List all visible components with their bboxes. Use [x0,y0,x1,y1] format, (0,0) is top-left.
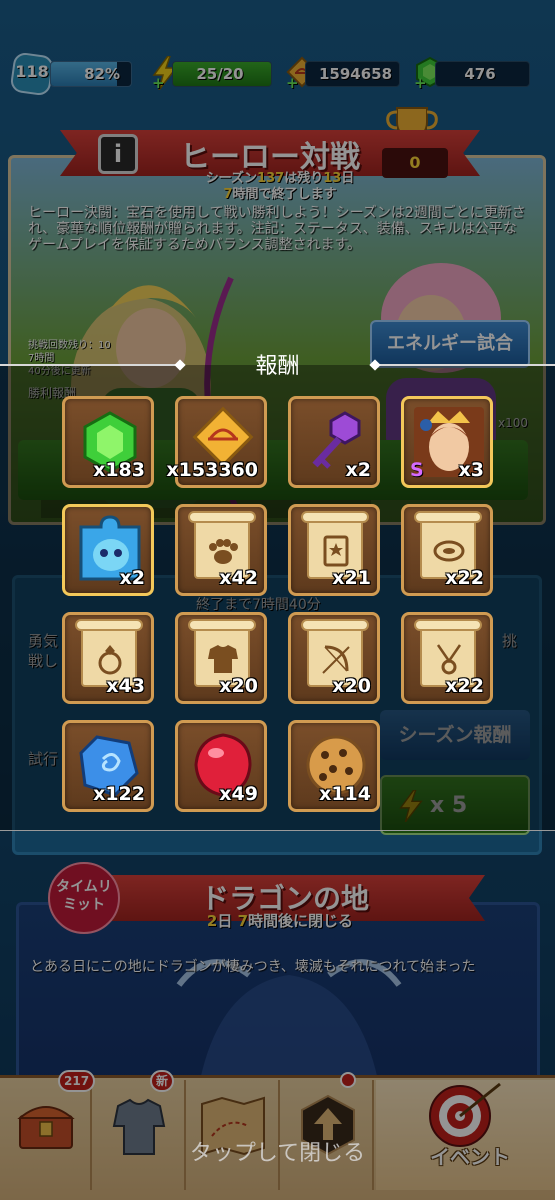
reward-quantity: x20 [332,675,371,697]
reward-quantity: x42 [219,567,258,589]
reward-tile-blue-crystal: x122 [62,720,154,812]
reward-tile-armor-scroll: x20 [175,612,267,704]
reward-quantity: x183 [93,459,145,481]
reward-quantity: x153360 [166,459,258,481]
reward-tile-cookie: x114 [288,720,380,812]
reward-tile-book-scroll: x21 [288,504,380,596]
reward-tile-green-gem: x183 [62,396,154,488]
reward-tile-hero-puzzle: x2 [62,504,154,596]
reward-quantity: x114 [319,783,371,805]
hero-rank-tag: S [410,459,424,481]
reward-tile-red-gem: x49 [175,720,267,812]
reward-tile-band-scroll: x22 [401,504,493,596]
title-divider-left [0,364,180,366]
reward-tile-paw-scroll: x42 [175,504,267,596]
reward-quantity: x43 [106,675,145,697]
reward-quantity: x3 [458,459,484,481]
reward-tile-gold-coin: x153360 [166,396,267,488]
reward-quantity: x2 [345,459,371,481]
reward-tile-bow-scroll: x20 [288,612,380,704]
reward-quantity: x49 [219,783,258,805]
reward-quantity: x20 [219,675,258,697]
reward-quantity: x122 [93,783,145,805]
reward-tile-amulet-scroll: x22 [401,612,493,704]
rewards-title: 報酬 [255,354,300,379]
title-divider-right [375,364,555,366]
reward-tile-ring-scroll: x43 [62,612,154,704]
tap-to-close-hint[interactable]: タップして閉じる [120,1135,435,1167]
reward-tile-purple-key: x2 [288,396,380,488]
reward-quantity: x21 [332,567,371,589]
reward-tile-hero-portrait: S x3 [401,396,493,488]
bottom-divider [0,830,555,831]
reward-quantity: x22 [445,567,484,589]
reward-quantity: x2 [119,567,145,589]
reward-quantity: x22 [445,675,484,697]
